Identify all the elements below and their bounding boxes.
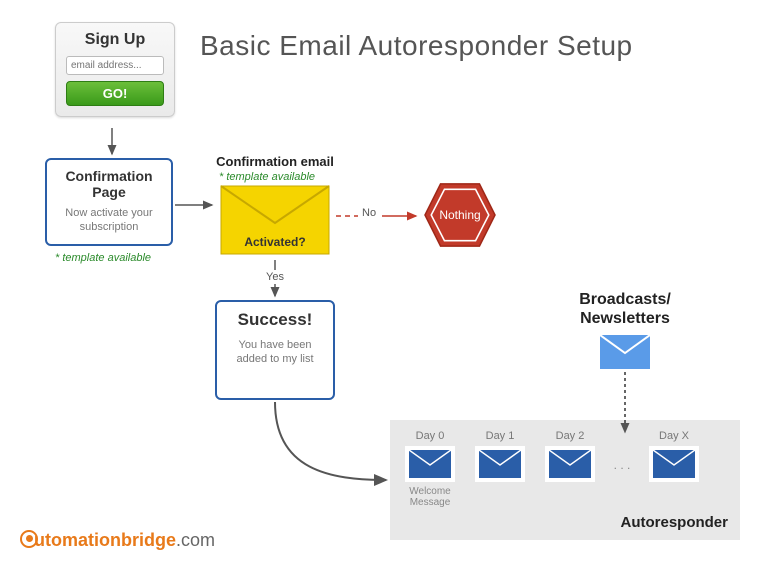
envelope-icon — [653, 450, 695, 478]
logo-domain: .com — [176, 530, 215, 550]
day-label: Day 2 — [542, 430, 598, 442]
broadcast-envelope — [600, 335, 650, 369]
autoresponder-label: Autoresponder — [402, 514, 728, 531]
day-envelope — [405, 446, 455, 482]
confirmation-page-box: Confirmation Page Now activate your subs… — [45, 158, 173, 246]
go-button[interactable]: GO! — [66, 81, 164, 106]
confirmation-page-title: Confirmation Page — [53, 168, 165, 200]
day-item: Day 2 — [542, 430, 598, 482]
edge-yes-label: Yes — [266, 271, 284, 283]
autoresponder-panel: Day 0 Welcome Message Day 1 Day 2 . . . … — [390, 420, 740, 540]
envelope-icon — [600, 335, 650, 369]
day-row: Day 0 Welcome Message Day 1 Day 2 . . . … — [402, 430, 728, 508]
day-label: Day 1 — [472, 430, 528, 442]
day-label: Day 0 — [402, 430, 458, 442]
signup-card: Sign Up GO! — [55, 22, 175, 117]
email-input[interactable] — [66, 56, 164, 75]
day-envelope — [649, 446, 699, 482]
day-envelope — [545, 446, 595, 482]
confirmation-page-template-note: * template available — [55, 252, 151, 264]
edge-no-label: No — [362, 207, 376, 219]
broadcasts-label: Broadcasts/ Newsletters — [560, 290, 690, 328]
nothing-node: Nothing — [420, 180, 500, 250]
success-title: Success! — [223, 310, 327, 330]
nothing-label: Nothing — [439, 208, 480, 222]
welcome-message-label: Welcome Message — [402, 486, 458, 508]
day-item: Day 1 — [472, 430, 528, 482]
envelope-yellow: Activated? — [220, 185, 330, 255]
confirmation-email-template-note: * template available — [219, 171, 335, 183]
logo: utomationbridge.com — [20, 530, 215, 551]
envelope-icon — [479, 450, 521, 478]
signup-heading: Sign Up — [66, 31, 164, 49]
day-label: Day X — [646, 430, 702, 442]
day-item: Day 0 Welcome Message — [402, 430, 458, 508]
envelope-icon — [549, 450, 591, 478]
confirmation-email-label: Confirmation email — [215, 154, 335, 169]
envelope-icon — [409, 450, 451, 478]
activated-question: Activated? — [220, 235, 330, 249]
logo-part1: utomation — [34, 530, 121, 550]
logo-part2: bridge — [121, 530, 176, 550]
day-envelope — [475, 446, 525, 482]
confirmation-email-block: Confirmation email * template available … — [215, 154, 335, 255]
success-text: You have been added to my list — [223, 338, 327, 367]
success-box: Success! You have been added to my list — [215, 300, 335, 400]
broadcasts-line2: Newsletters — [580, 310, 670, 327]
confirmation-page-text: Now activate your subscription — [53, 206, 165, 235]
broadcasts-line1: Broadcasts/ — [579, 291, 671, 308]
ellipsis: . . . — [612, 430, 632, 472]
day-item: Day X — [646, 430, 702, 482]
page-title: Basic Email Autoresponder Setup — [200, 30, 633, 62]
